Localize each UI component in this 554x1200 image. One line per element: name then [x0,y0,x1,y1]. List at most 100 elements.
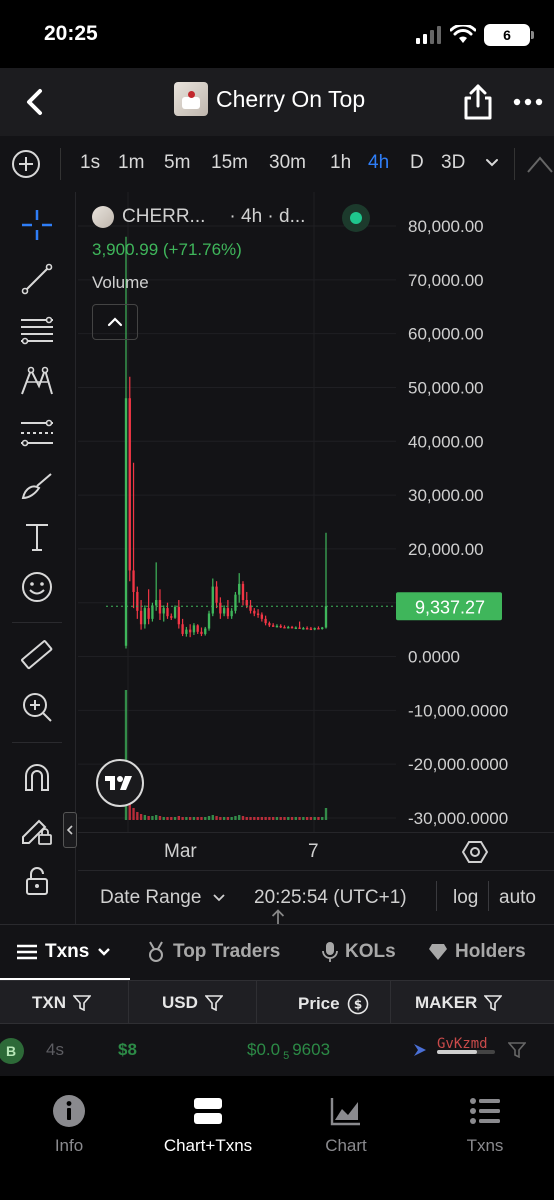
tf-1s[interactable]: 1s [80,152,100,174]
tab-top-traders[interactable]: Top Traders [146,941,280,963]
volume-bar [173,817,177,820]
chart-settings-button[interactable] [461,839,489,865]
col-txn[interactable]: TXN [32,993,91,1013]
tradingview-logo[interactable] [96,759,144,807]
candle-body [268,623,271,626]
tf-D[interactable]: D [410,152,424,174]
y-tick-label: 50,000.00 [408,378,484,397]
add-indicator-button[interactable] [10,148,42,180]
volume-bar [222,817,226,820]
crosshair-tool[interactable] [16,204,58,246]
zoom-in-icon [23,693,52,722]
divider [514,148,515,180]
chevron-up-icon [107,317,123,327]
smiley-icon [22,572,52,602]
candle-body [256,613,260,615]
measure-tool[interactable] [16,634,58,676]
nav-txns[interactable]: Txns [420,1094,550,1156]
brush-tool[interactable] [16,464,58,506]
nav-chart-txns[interactable]: Chart+Txns [143,1094,273,1156]
divider [12,622,62,623]
back-button[interactable] [14,82,54,122]
tab-holders[interactable]: Holders [428,941,526,963]
tab-label: Holders [455,941,526,962]
forecast-icon [21,419,53,447]
x-axis[interactable]: Mar 7 [78,832,554,870]
share-button[interactable] [460,82,496,122]
pattern-tool[interactable] [16,360,58,402]
info-icon [52,1094,86,1128]
lock-drawings-tool[interactable] [16,808,58,850]
more-button[interactable] [510,84,546,120]
tab-label: Top Traders [173,941,281,962]
filter-icon[interactable] [204,995,223,1011]
chart-type-icon[interactable] [526,152,554,176]
tf-3D[interactable]: 3D [441,152,465,174]
trendline-tool[interactable] [16,258,58,300]
collapse-toolbar-button[interactable] [63,812,77,848]
txn-table-header: TXN USD Price $ MAKER [0,980,554,1025]
candle-body [192,625,196,633]
volume-bar [249,817,252,820]
y-tick-label: 40,000.00 [408,432,484,451]
candle-body [170,616,173,618]
y-tick-label: 0.0000 [408,648,460,667]
collapse-legend-button[interactable] [92,304,138,340]
magnet-tool[interactable] [16,756,58,798]
unlock-icon [26,867,48,895]
col-maker[interactable]: MAKER [415,993,503,1013]
nav-info[interactable]: Info [4,1094,134,1156]
maker-chain-icon [414,1044,426,1056]
candle-body [264,618,267,624]
tf-1h[interactable]: 1h [330,152,351,174]
prediction-tool[interactable] [16,412,58,454]
tf-4h[interactable]: 4h [368,152,389,174]
volume-bar [302,817,305,820]
filter-icon[interactable] [508,1042,526,1058]
volume-bar [298,817,301,820]
col-usd[interactable]: USD [162,993,223,1013]
candle-body [211,586,214,614]
chevron-down-icon[interactable] [212,893,226,903]
date-range-button[interactable]: Date Range [100,887,201,909]
price-plot[interactable]: 80,000.00 70,000.00 60,000.00 50,000.00 40,0… [78,192,554,832]
filter-icon[interactable] [73,995,91,1011]
volume-bar [321,817,324,820]
auto-scale-toggle[interactable]: auto [499,887,536,909]
tab-txns[interactable]: Txns [16,941,112,963]
divider [128,981,129,1025]
candle-body [272,625,275,627]
candle-body [151,605,154,619]
tf-1m[interactable]: 1m [118,152,144,174]
fib-channel-tool[interactable] [16,310,58,352]
medal-icon [149,941,163,962]
trendline-icon [21,263,53,295]
pencil-lock-icon [22,819,52,845]
text-tool[interactable] [16,516,58,558]
volume-bar [200,817,203,820]
lock-tool[interactable] [16,860,58,902]
tf-15m[interactable]: 15m [211,152,248,174]
volume-bar [309,817,313,820]
volume-bar [215,816,218,820]
tf-30m[interactable]: 30m [269,152,306,174]
nav-chart[interactable]: Chart [281,1094,411,1156]
col-label: Price [298,994,340,1013]
log-scale-toggle[interactable]: log [453,887,478,909]
y-tick-label: 80,000.00 [408,217,484,236]
candle-body [279,625,282,628]
filter-icon[interactable] [484,995,503,1011]
col-price[interactable]: Price $ [298,993,369,1015]
tab-kols[interactable]: KOLs [322,941,396,963]
candle-body [317,628,320,630]
emoji-tool[interactable] [16,566,58,608]
chevron-down-icon[interactable] [484,156,500,170]
candle-body [132,570,135,592]
volume-bar [264,817,267,820]
x-tick-label: Mar [164,841,197,862]
legend-interval: · 4h · d... [229,206,306,227]
crosshair-icon [22,210,52,240]
tf-5m[interactable]: 5m [164,152,190,174]
dollar-circle-icon[interactable]: $ [347,993,369,1015]
zoom-tool[interactable] [16,686,58,728]
